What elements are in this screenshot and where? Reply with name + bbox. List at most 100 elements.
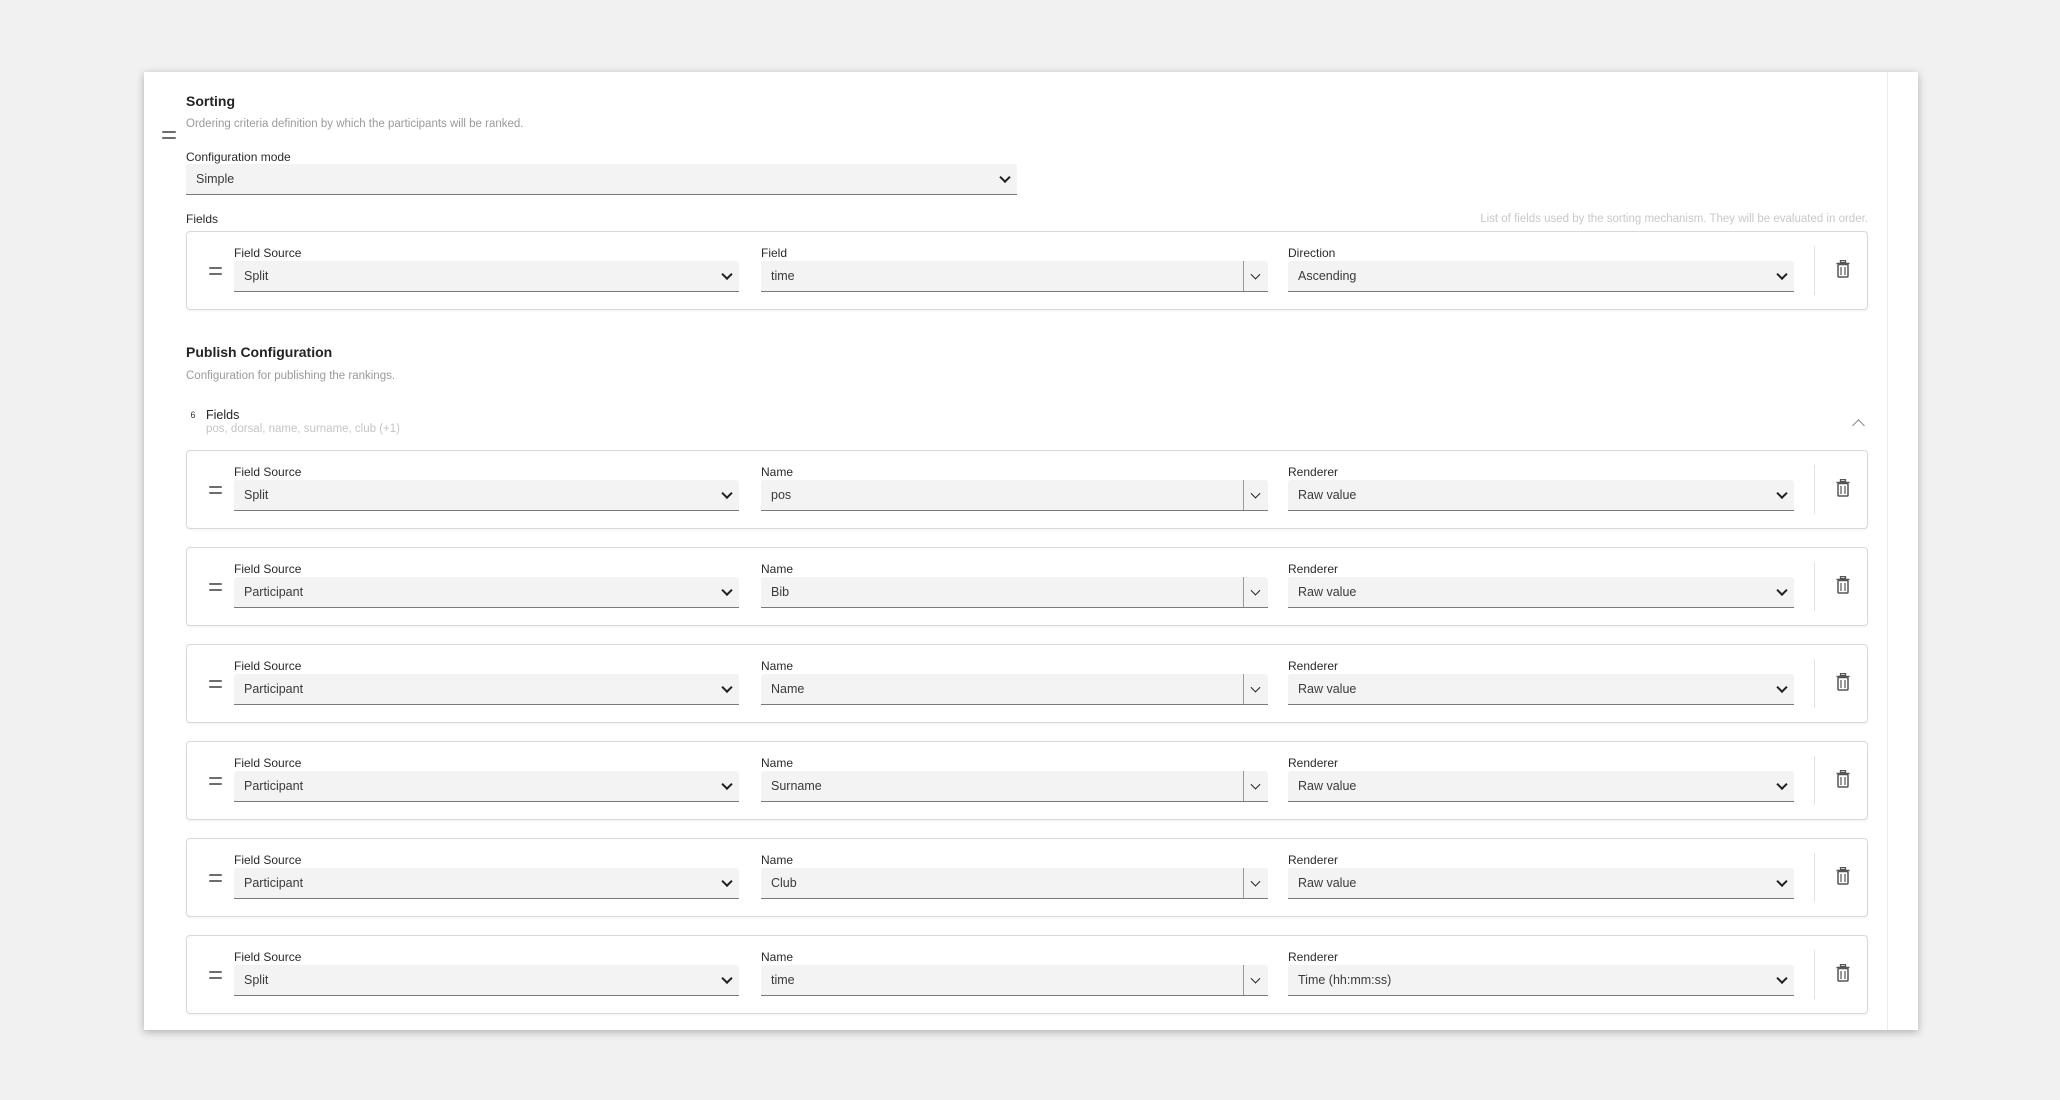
name-label: Name — [761, 853, 794, 867]
renderer-label: Renderer — [1288, 853, 1339, 867]
trash-icon[interactable] — [1836, 867, 1850, 885]
direction-label: Direction — [1288, 246, 1336, 260]
renderer-select[interactable]: Raw value — [1288, 674, 1794, 705]
chevron-down-icon[interactable] — [1250, 779, 1261, 790]
name-combobox[interactable]: time — [761, 965, 1268, 996]
field-source-select[interactable]: Split — [234, 965, 739, 996]
renderer-value: Raw value — [1298, 682, 1357, 696]
renderer-label: Renderer — [1288, 950, 1339, 964]
field-source-select[interactable]: Split — [234, 480, 739, 511]
chevron-down-icon — [999, 171, 1011, 184]
field-source-label: Field Source — [234, 465, 302, 479]
sorting-fields-label: Fields — [186, 212, 219, 226]
field-source-select[interactable]: Participant — [234, 771, 739, 802]
name-combobox[interactable]: Surname — [761, 771, 1268, 802]
direction-select[interactable]: Ascending — [1288, 261, 1794, 292]
name-combobox[interactable]: Club — [761, 868, 1268, 899]
field-source-select[interactable]: Participant — [234, 868, 739, 899]
publish-field-row: Field Source Split Name pos Renderer Raw valu… — [186, 450, 1868, 529]
sorting-field-row: Field Source Split Field time Direction … — [186, 231, 1868, 310]
renderer-label: Renderer — [1288, 562, 1339, 576]
chevron-down-icon — [721, 584, 733, 597]
chevron-down-icon — [1776, 972, 1788, 985]
publish-field-row: Field Source Participant Name Bib Renderer Ra… — [186, 547, 1868, 626]
drag-handle-icon[interactable] — [209, 583, 222, 591]
chevron-down-icon — [1776, 875, 1788, 888]
publish-field-row: Field Source Split Name time Renderer Time (h… — [186, 935, 1868, 1014]
trash-icon[interactable] — [1836, 673, 1850, 691]
chevron-down-icon[interactable] — [1250, 973, 1261, 984]
config-mode-label: Configuration mode — [186, 150, 291, 164]
name-combobox[interactable]: Name — [761, 674, 1268, 705]
chevron-up-icon[interactable] — [1852, 419, 1865, 432]
renderer-select[interactable]: Raw value — [1288, 480, 1794, 511]
field-source-value: Participant — [244, 876, 304, 890]
renderer-value: Time (hh:mm:ss) — [1298, 973, 1392, 987]
renderer-value: Raw value — [1298, 876, 1357, 890]
renderer-select[interactable]: Time (hh:mm:ss) — [1288, 965, 1794, 996]
renderer-select[interactable]: Raw value — [1288, 771, 1794, 802]
publish-field-row: Field Source Participant Name Name Renderer R… — [186, 644, 1868, 723]
config-mode-select[interactable]: Simple — [186, 164, 1017, 195]
chevron-down-icon — [721, 972, 733, 985]
renderer-value: Raw value — [1298, 488, 1357, 502]
field-source-select[interactable]: Split — [234, 261, 739, 292]
chevron-down-icon[interactable] — [1250, 682, 1261, 693]
field-combobox[interactable]: time — [761, 261, 1268, 292]
chevron-down-icon — [1776, 778, 1788, 791]
name-combobox[interactable]: Bib — [761, 577, 1268, 608]
name-combobox[interactable]: pos — [761, 480, 1268, 511]
name-value: time — [771, 973, 795, 987]
field-source-label: Field Source — [234, 562, 302, 576]
chevron-down-icon — [1776, 681, 1788, 694]
publish-title: Publish Configuration — [186, 344, 333, 360]
name-value: Surname — [771, 779, 822, 793]
field-source-label: Field Source — [234, 659, 302, 673]
renderer-value: Raw value — [1298, 585, 1357, 599]
publish-description: Configuration for publishing the ranking… — [186, 370, 396, 382]
sorting-fields-hint: List of fields used by the sorting mecha… — [1480, 213, 1868, 225]
field-source-value: Participant — [244, 585, 304, 599]
field-source-label: Field Source — [234, 246, 302, 260]
field-source-select[interactable]: Participant — [234, 674, 739, 705]
renderer-select[interactable]: Raw value — [1288, 868, 1794, 899]
chevron-down-icon — [721, 487, 733, 500]
publish-field-row: Field Source Participant Name Surname Render… — [186, 741, 1868, 820]
trash-icon[interactable] — [1836, 770, 1850, 788]
field-source-value: Participant — [244, 779, 304, 793]
drag-handle-icon[interactable] — [209, 680, 222, 688]
config-mode-value: Simple — [196, 172, 235, 186]
field-source-value: Participant — [244, 682, 304, 696]
direction-value: Ascending — [1298, 269, 1357, 283]
config-card: Sorting Ordering criteria definition by … — [144, 72, 1918, 1030]
name-label: Name — [761, 950, 794, 964]
chevron-down-icon — [721, 875, 733, 888]
name-label: Name — [761, 659, 794, 673]
chevron-down-icon[interactable] — [1250, 269, 1261, 280]
trash-icon[interactable] — [1836, 260, 1850, 278]
field-source-label: Field Source — [234, 756, 302, 770]
field-source-label: Field Source — [234, 853, 302, 867]
field-source-label: Field Source — [234, 950, 302, 964]
drag-handle-icon[interactable] — [209, 267, 222, 275]
drag-handle-icon[interactable] — [209, 486, 222, 494]
fields-group-name: Fields — [206, 408, 240, 422]
drag-handle-icon[interactable] — [209, 971, 222, 979]
field-source-select[interactable]: Participant — [234, 577, 739, 608]
trash-icon[interactable] — [1836, 964, 1850, 982]
field-source-value: Split — [244, 488, 269, 502]
chevron-down-icon[interactable] — [1250, 488, 1261, 499]
drag-handle-icon[interactable] — [209, 874, 222, 882]
field-value: time — [771, 269, 795, 283]
scrollbar-track[interactable] — [1887, 72, 1888, 1030]
trash-icon[interactable] — [1836, 576, 1850, 594]
chevron-down-icon[interactable] — [1250, 876, 1261, 887]
renderer-select[interactable]: Raw value — [1288, 577, 1794, 608]
drag-handle-icon[interactable] — [209, 777, 222, 785]
trash-icon[interactable] — [1836, 479, 1850, 497]
section-drag-handle-icon[interactable] — [162, 131, 176, 143]
chevron-down-icon[interactable] — [1250, 585, 1261, 596]
sorting-title: Sorting — [186, 93, 235, 109]
chevron-down-icon — [721, 778, 733, 791]
publish-field-row: Field Source Participant Name Club Renderer R… — [186, 838, 1868, 917]
